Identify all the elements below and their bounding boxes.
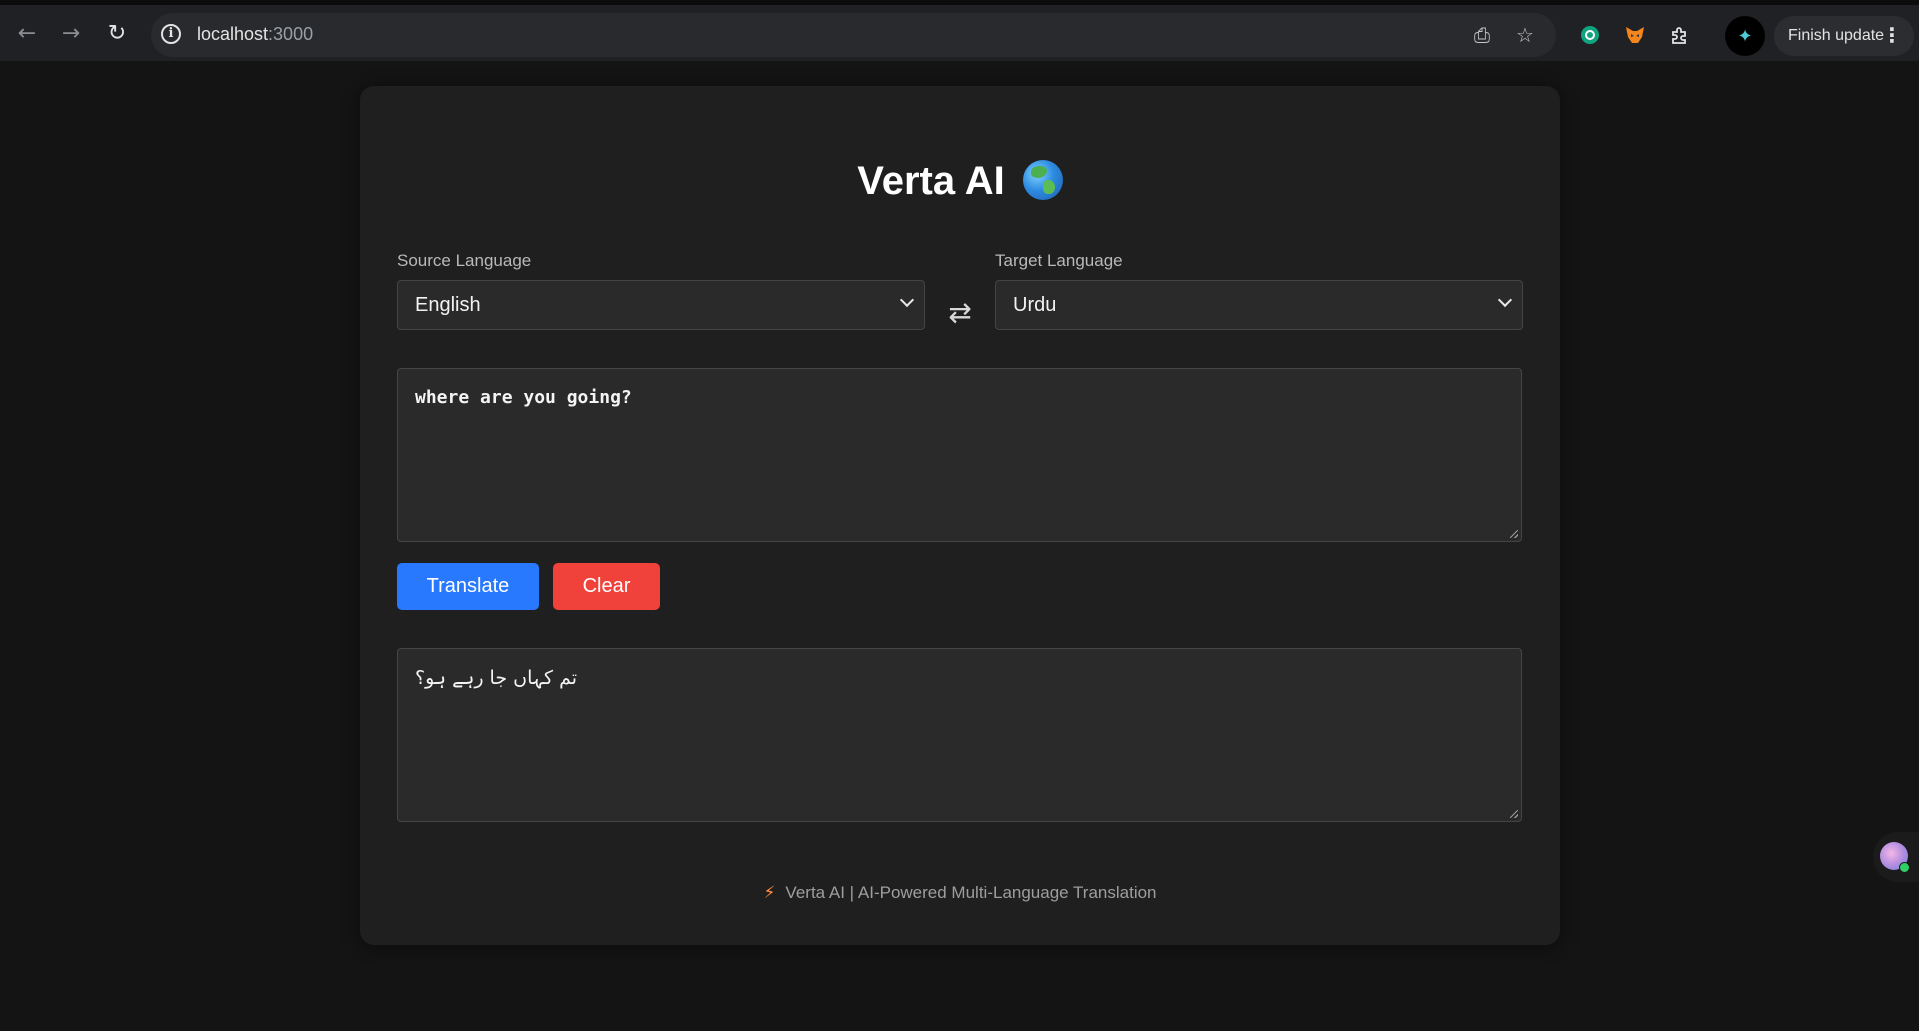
translation-text: تم کہاں جا رہے ہو؟	[415, 667, 578, 689]
source-text-value: where are you going?	[415, 387, 632, 408]
swap-icon[interactable]: ⇄	[935, 296, 985, 330]
online-status-dot	[1899, 862, 1910, 873]
more-menu-icon[interactable]: ⋮	[1882, 23, 1902, 47]
browser-toolbar: ← → ↻ i localhost:3000 ⎙ ☆ ✦ Finish upda…	[0, 0, 1919, 61]
extensions-puzzle-icon[interactable]	[1667, 22, 1693, 48]
finish-update-button[interactable]: Finish update ⋮	[1774, 16, 1914, 56]
translate-button[interactable]: Translate	[397, 563, 539, 610]
clear-button[interactable]: Clear	[553, 563, 660, 610]
floating-assistant-button[interactable]	[1873, 832, 1919, 882]
address-bar[interactable]: i localhost:3000 ⎙ ☆	[151, 13, 1556, 57]
chevron-down-icon	[1497, 292, 1513, 308]
forward-arrow-icon[interactable]: →	[57, 19, 85, 47]
resize-grip-icon[interactable]	[1510, 530, 1518, 538]
source-text-input[interactable]: where are you going?	[397, 368, 1522, 542]
target-language-value: Urdu	[1013, 293, 1057, 316]
source-language-select[interactable]: English	[397, 280, 925, 330]
target-language-select[interactable]: Urdu	[995, 280, 1523, 330]
finish-update-label: Finish update	[1788, 27, 1885, 44]
footer: ⚡ Verta AI | AI-Powered Multi-Language Tr…	[360, 883, 1560, 903]
lightning-icon: ⚡	[763, 883, 776, 903]
chevron-down-icon	[899, 292, 915, 308]
target-language-label: Target Language	[995, 251, 1123, 270]
bookmark-star-icon[interactable]: ☆	[1516, 23, 1534, 47]
reload-icon[interactable]: ↻	[103, 19, 131, 47]
install-app-icon[interactable]: ⎙	[1474, 23, 1490, 47]
chatgpt-extension-icon[interactable]	[1577, 22, 1603, 48]
page-title: Verta AI	[360, 159, 1560, 204]
back-arrow-icon[interactable]: ←	[13, 19, 41, 47]
resize-grip-icon[interactable]	[1510, 810, 1518, 818]
metamask-extension-icon[interactable]	[1622, 22, 1648, 48]
source-language-label: Source Language	[397, 251, 532, 270]
translation-output[interactable]: تم کہاں جا رہے ہو؟	[397, 648, 1522, 822]
profile-avatar[interactable]: ✦	[1725, 16, 1765, 56]
source-language-value: English	[415, 293, 481, 316]
url-text[interactable]: localhost:3000	[197, 24, 313, 45]
footer-text: Verta AI | AI-Powered Multi-Language Tra…	[785, 883, 1157, 902]
globe-icon	[1022, 160, 1063, 200]
site-info-icon[interactable]: i	[161, 24, 181, 44]
